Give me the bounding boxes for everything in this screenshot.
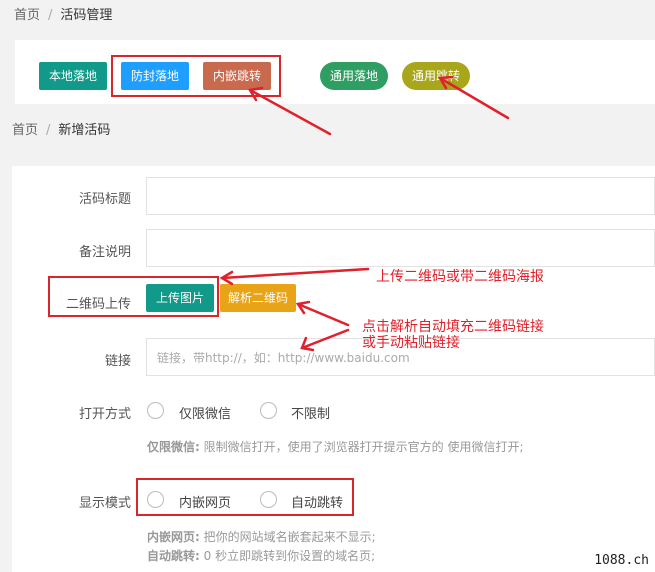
arrow-line-parse [296, 302, 350, 327]
watermark: 1088.ch [594, 553, 649, 568]
arrow-line-upload [220, 267, 370, 280]
annotation-arrows [219, 75, 510, 352]
arrow-line-general-redirect [438, 76, 510, 120]
arrow-line-link [300, 328, 350, 350]
arrow-line-type-buttons [248, 88, 332, 136]
